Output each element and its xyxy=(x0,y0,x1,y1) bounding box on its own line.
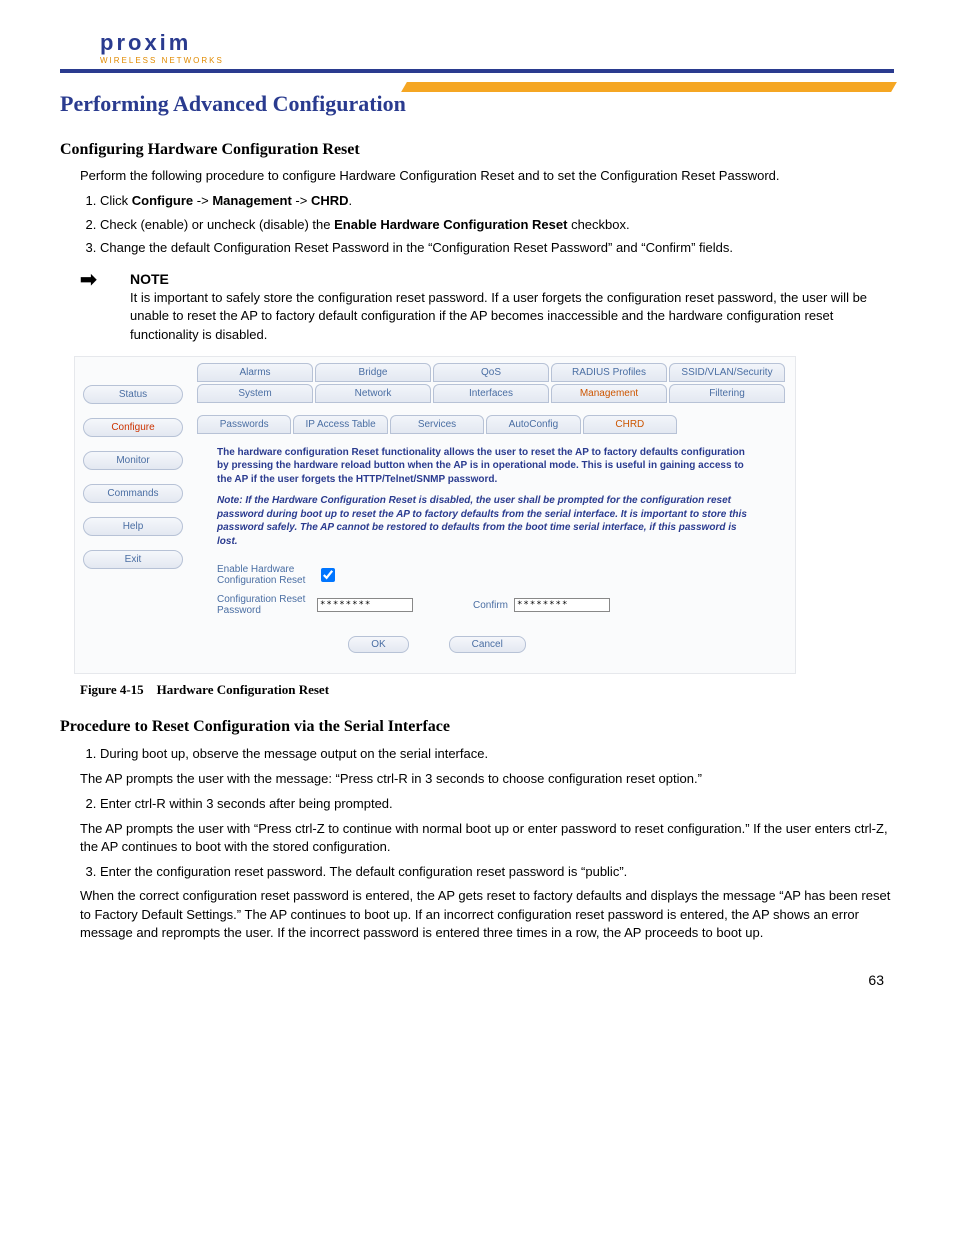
tab-network[interactable]: Network xyxy=(315,384,431,403)
panel-description: The hardware configuration Reset functio… xyxy=(217,446,757,487)
button-row: OK Cancel xyxy=(197,636,677,653)
brand-name: proxim xyxy=(100,30,191,55)
tab-ssid[interactable]: SSID/VLAN/Security xyxy=(669,363,785,382)
sidebar-item-exit[interactable]: Exit xyxy=(83,550,183,569)
note-label: NOTE xyxy=(130,270,894,290)
tab-row-1: Alarms Bridge QoS RADIUS Profiles SSID/V… xyxy=(197,363,785,382)
confirm-label: Confirm xyxy=(473,600,508,611)
s2-after1: The AP prompts the user with the message… xyxy=(80,770,894,788)
s2-step1: During boot up, observe the message outp… xyxy=(100,744,894,764)
s2-step2: Enter ctrl-R within 3 seconds after bein… xyxy=(100,794,894,814)
sidebar-item-monitor[interactable]: Monitor xyxy=(83,451,183,470)
s2-after2: The AP prompts the user with “Press ctrl… xyxy=(80,820,894,856)
header: proxim WIRELESS NETWORKS xyxy=(60,30,894,73)
step-1: Click Configure -> Management -> CHRD. xyxy=(100,191,894,211)
enable-checkbox[interactable] xyxy=(321,568,335,582)
tab-filtering[interactable]: Filtering xyxy=(669,384,785,403)
section1-steps: Click Configure -> Management -> CHRD. C… xyxy=(100,191,894,258)
sidebar-item-help[interactable]: Help xyxy=(83,517,183,536)
page-number: 63 xyxy=(60,972,894,988)
tab-alarms[interactable]: Alarms xyxy=(197,363,313,382)
section1-heading: Configuring Hardware Configuration Reset xyxy=(60,141,894,159)
subtab-ipaccess[interactable]: IP Access Table xyxy=(293,415,387,434)
tab-radius[interactable]: RADIUS Profiles xyxy=(551,363,667,382)
sidebar: Status Configure Monitor Commands Help E… xyxy=(75,357,191,674)
step-2: Check (enable) or uncheck (disable) the … xyxy=(100,215,894,235)
tab-row-2: System Network Interfaces Management Fil… xyxy=(197,384,785,403)
tab-qos[interactable]: QoS xyxy=(433,363,549,382)
note-arrow-icon: ➡ xyxy=(80,270,130,344)
s2-after3: When the correct configuration reset pas… xyxy=(80,887,894,942)
enable-row: Enable Hardware Configuration Reset xyxy=(217,564,785,586)
tab-management[interactable]: Management xyxy=(551,384,667,403)
sidebar-item-status[interactable]: Status xyxy=(83,385,183,404)
subtab-row: Passwords IP Access Table Services AutoC… xyxy=(197,415,677,434)
subtab-services[interactable]: Services xyxy=(390,415,484,434)
header-accent xyxy=(401,82,897,92)
subtab-passwords[interactable]: Passwords xyxy=(197,415,291,434)
password-label: Configuration Reset Password xyxy=(217,594,317,616)
sidebar-item-configure[interactable]: Configure xyxy=(83,418,183,437)
password-row: Configuration Reset Password Confirm xyxy=(217,594,785,616)
note-body: It is important to safely store the conf… xyxy=(130,289,894,344)
s2-step3: Enter the configuration reset password. … xyxy=(100,862,894,882)
brand-logo: proxim WIRELESS NETWORKS xyxy=(60,30,224,65)
ok-button[interactable]: OK xyxy=(348,636,408,653)
subtab-chrd[interactable]: CHRD xyxy=(583,415,677,434)
tab-bridge[interactable]: Bridge xyxy=(315,363,431,382)
note-block: ➡ NOTE It is important to safely store t… xyxy=(80,270,894,344)
tab-interfaces[interactable]: Interfaces xyxy=(433,384,549,403)
enable-label: Enable Hardware Configuration Reset xyxy=(217,564,317,586)
section1-intro: Perform the following procedure to confi… xyxy=(80,167,894,185)
step-3: Change the default Configuration Reset P… xyxy=(100,238,894,258)
password-input[interactable] xyxy=(317,598,413,612)
confirm-input[interactable] xyxy=(514,598,610,612)
ui-screenshot: Status Configure Monitor Commands Help E… xyxy=(74,356,796,675)
brand-tagline: WIRELESS NETWORKS xyxy=(100,56,224,65)
subtab-autoconfig[interactable]: AutoConfig xyxy=(486,415,580,434)
panel-note: Note: If the Hardware Configuration Rese… xyxy=(217,494,757,548)
tab-system[interactable]: System xyxy=(197,384,313,403)
figure-caption: Figure 4-15 Hardware Configuration Reset xyxy=(80,682,894,698)
section2-steps: During boot up, observe the message outp… xyxy=(100,744,894,764)
sidebar-item-commands[interactable]: Commands xyxy=(83,484,183,503)
cancel-button[interactable]: Cancel xyxy=(449,636,526,653)
section2-heading: Procedure to Reset Configuration via the… xyxy=(60,718,894,736)
page-title: Performing Advanced Configuration xyxy=(60,91,894,117)
